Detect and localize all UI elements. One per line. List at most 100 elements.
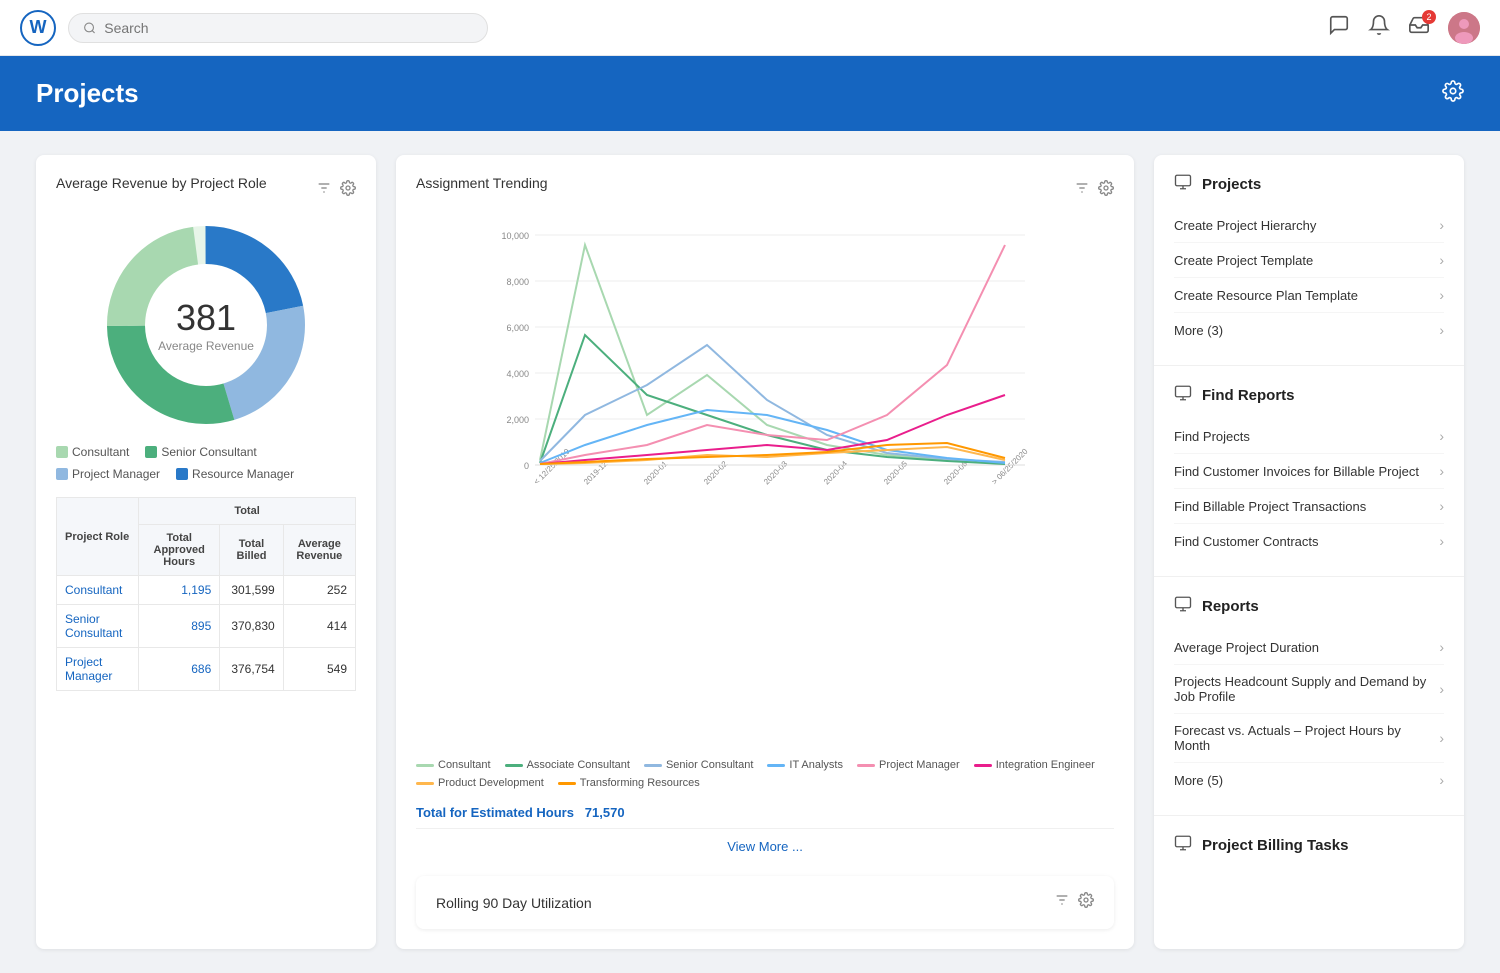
projects-section-icon — [1174, 173, 1192, 196]
arrow-icon: › — [1439, 287, 1444, 303]
line-tr — [558, 782, 576, 785]
section-title-projects: Projects — [1202, 176, 1261, 193]
svg-text:6,000: 6,000 — [506, 323, 529, 333]
total-label: Total for Estimated Hours — [416, 805, 574, 820]
table-row: Consultant 1,195 301,599 252 — [57, 576, 356, 605]
legend-pm-line: Project Manager — [857, 759, 960, 771]
svg-text:2,000: 2,000 — [506, 415, 529, 425]
filter-icon[interactable] — [316, 180, 332, 201]
row-avg-1: 414 — [283, 605, 355, 648]
menu-item-find-invoices[interactable]: Find Customer Invoices for Billable Proj… — [1174, 454, 1444, 489]
legend-senior-consultant: Senior Consultant — [145, 445, 256, 459]
left-widget-icons — [316, 180, 356, 201]
menu-item-resource-plan[interactable]: Create Resource Plan Template › — [1174, 278, 1444, 313]
section-heading-find-reports: Find Reports — [1174, 384, 1444, 407]
arrow-icon: › — [1439, 639, 1444, 655]
arrow-icon: › — [1439, 428, 1444, 444]
section-reports: Reports Average Project Duration › Proje… — [1154, 577, 1464, 816]
middle-widget: Assignment Trending 10,00 — [396, 155, 1134, 949]
line-pm — [857, 764, 875, 767]
menu-item-more-projects[interactable]: More (3) › — [1174, 313, 1444, 347]
gear-icon[interactable] — [340, 180, 356, 201]
menu-item-avg-duration[interactable]: Average Project Duration › — [1174, 630, 1444, 665]
nav-icons-group: 2 — [1328, 12, 1480, 44]
left-widget-header: Average Revenue by Project Role — [56, 175, 356, 205]
arrow-icon: › — [1439, 322, 1444, 338]
table-row: Senior Consultant 895 370,830 414 — [57, 605, 356, 648]
table-row: Project Manager 686 376,754 549 — [57, 648, 356, 691]
section-heading-projects: Projects — [1174, 173, 1444, 196]
col-header-avg-rev: Average Revenue — [283, 525, 355, 576]
svg-text:4,000: 4,000 — [506, 369, 529, 379]
row-billed-0: 301,599 — [220, 576, 283, 605]
section-find-reports: Find Reports Find Projects › Find Custom… — [1154, 366, 1464, 577]
svg-text:2020-03: 2020-03 — [762, 459, 790, 487]
legend-dot-consultant — [56, 446, 68, 458]
filter-icon-rolling[interactable] — [1054, 892, 1070, 913]
filter-icon-mid[interactable] — [1074, 180, 1090, 201]
svg-text:10,000: 10,000 — [501, 231, 529, 241]
legend-label-rm: Resource Manager — [192, 467, 294, 481]
menu-item-more-reports[interactable]: More (5) › — [1174, 763, 1444, 797]
legend-pd-line: Product Development — [416, 777, 544, 789]
svg-text:8,000: 8,000 — [506, 277, 529, 287]
page-gear-icon[interactable] — [1442, 80, 1464, 108]
line-chart-area: 10,000 8,000 6,000 4,000 2,000 0 < 12/25… — [416, 215, 1114, 751]
inbox-badge: 2 — [1422, 10, 1436, 24]
legend-label-consultant: Consultant — [72, 445, 129, 459]
menu-item-create-template[interactable]: Create Project Template › — [1174, 243, 1444, 278]
section-title-find-reports: Find Reports — [1202, 387, 1295, 404]
col-header-hours: Total Approved Hours — [139, 525, 220, 576]
reports-section-icon — [1174, 595, 1192, 618]
rolling-title: Rolling 90 Day Utilization — [436, 895, 592, 911]
inbox-icon[interactable]: 2 — [1408, 14, 1430, 42]
row-role-2[interactable]: Project Manager — [57, 648, 139, 691]
search-bar[interactable] — [68, 13, 488, 43]
gear-icon-mid[interactable] — [1098, 180, 1114, 201]
arrow-icon: › — [1439, 252, 1444, 268]
menu-item-create-hierarchy[interactable]: Create Project Hierarchy › — [1174, 208, 1444, 243]
menu-item-find-contracts[interactable]: Find Customer Contracts › — [1174, 524, 1444, 558]
col-header-total: Total — [139, 498, 356, 525]
rolling-icons — [1054, 892, 1094, 913]
search-icon — [83, 21, 96, 35]
section-title-billing: Project Billing Tasks — [1202, 837, 1348, 854]
donut-chart: 381 Average Revenue — [56, 215, 356, 435]
legend-ie-line: Integration Engineer — [974, 759, 1095, 771]
col-header-role: Project Role — [57, 498, 139, 576]
legend-label: Project Manager — [879, 759, 960, 771]
legend-consultant: Consultant — [56, 445, 129, 459]
gear-icon-rolling[interactable] — [1078, 892, 1094, 913]
legend-label: Transforming Resources — [580, 777, 700, 789]
user-avatar[interactable] — [1448, 12, 1480, 44]
row-hours-1: 895 — [139, 605, 220, 648]
legend-label: Consultant — [438, 759, 491, 771]
row-hours-0: 1,195 — [139, 576, 220, 605]
section-heading-billing: Project Billing Tasks — [1174, 834, 1444, 857]
menu-item-find-projects[interactable]: Find Projects › — [1174, 419, 1444, 454]
bell-icon[interactable] — [1368, 14, 1390, 42]
menu-item-find-billable[interactable]: Find Billable Project Transactions › — [1174, 489, 1444, 524]
menu-item-headcount[interactable]: Projects Headcount Supply and Demand by … — [1174, 665, 1444, 714]
line-it — [767, 764, 785, 767]
menu-item-forecast[interactable]: Forecast vs. Actuals – Project Hours by … — [1174, 714, 1444, 763]
right-panel: Projects Create Project Hierarchy › Crea… — [1154, 155, 1464, 949]
row-role-0[interactable]: Consultant — [57, 576, 139, 605]
logo: W — [20, 10, 56, 46]
view-more-button[interactable]: View More ... — [416, 828, 1114, 864]
legend-label: Integration Engineer — [996, 759, 1095, 771]
col-header-billed: Total Billed — [220, 525, 283, 576]
line-senior — [644, 764, 662, 767]
line-chart-svg: 10,000 8,000 6,000 4,000 2,000 0 < 12/25… — [416, 215, 1114, 535]
legend-dot-rm — [176, 468, 188, 480]
legend-project-manager: Project Manager — [56, 467, 160, 481]
search-input[interactable] — [104, 20, 473, 36]
legend-dot-pm — [56, 468, 68, 480]
middle-widget-title: Assignment Trending — [416, 175, 548, 191]
legend-senior-line: Senior Consultant — [644, 759, 753, 771]
message-icon[interactable] — [1328, 14, 1350, 42]
row-role-1[interactable]: Senior Consultant — [57, 605, 139, 648]
svg-text:2020-05: 2020-05 — [882, 459, 910, 487]
total-value: 71,570 — [585, 805, 625, 820]
arrow-icon: › — [1439, 217, 1444, 233]
